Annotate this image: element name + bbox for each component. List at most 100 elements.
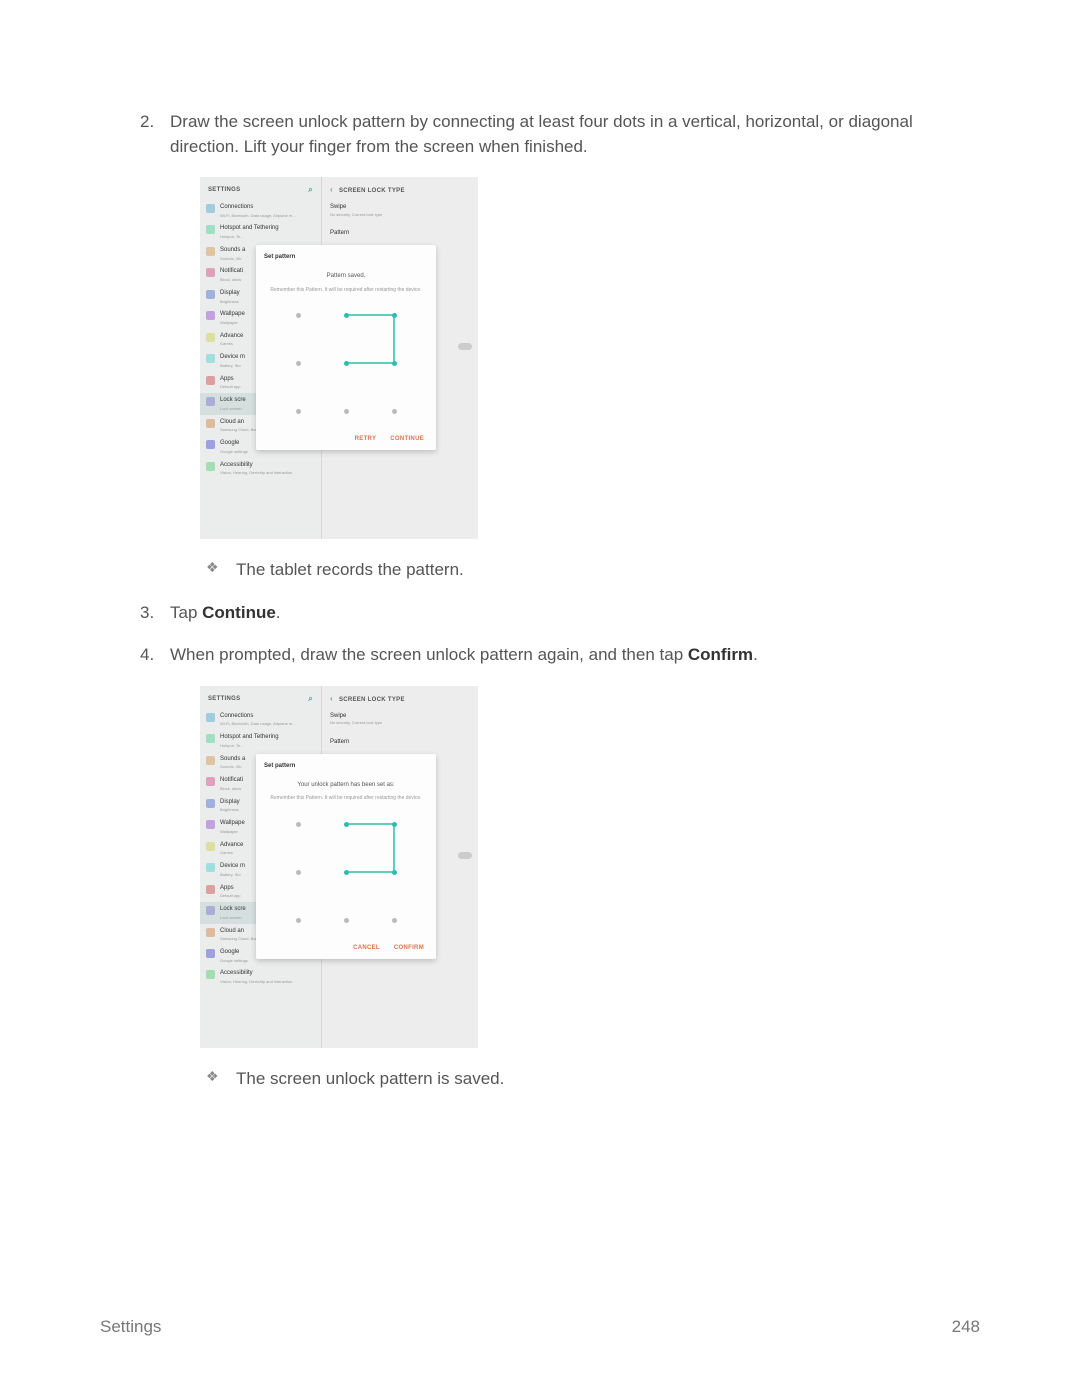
swipe-sub: No security, Current lock type bbox=[330, 212, 470, 218]
pattern-title: Pattern bbox=[330, 229, 470, 238]
step-4-suffix: . bbox=[753, 645, 758, 664]
sidebar-item-sub: Hotspot, Te... bbox=[220, 234, 315, 240]
sidebar-icon bbox=[206, 970, 215, 979]
modal2-status: Your unlock pattern has been set as: bbox=[264, 781, 428, 790]
settings-label: SETTINGS bbox=[208, 186, 240, 195]
sidebar-icon bbox=[206, 777, 215, 786]
settings-label-2: SETTINGS bbox=[208, 695, 240, 704]
sidebar-icon bbox=[206, 906, 215, 915]
sidebar-icon bbox=[206, 756, 215, 765]
sidebar-item: Hotspot and TetheringHotspot, Te... bbox=[200, 730, 321, 751]
step-3-prefix: Tap bbox=[170, 603, 202, 622]
pattern-grid-1 bbox=[286, 303, 406, 423]
page-footer: Settings 248 bbox=[100, 1317, 980, 1337]
search-icon-2: ⌕ bbox=[308, 693, 313, 705]
step-list: Draw the screen unlock pattern by connec… bbox=[140, 110, 980, 1092]
sidebar-icon bbox=[206, 440, 215, 449]
sidebar-item-title: Connections bbox=[220, 203, 315, 212]
sidebar-icon bbox=[206, 397, 215, 406]
modal1-hint: Remember this Pattern. It will be requir… bbox=[264, 287, 428, 294]
lock-type-label-2: SCREEN LOCK TYPE bbox=[339, 697, 405, 703]
step-4: When prompted, draw the screen unlock pa… bbox=[140, 643, 980, 1091]
step-3-bold: Continue bbox=[202, 603, 276, 622]
ss2-right-header: ‹ SCREEN LOCK TYPE bbox=[322, 686, 478, 709]
sidebar-icon bbox=[206, 204, 215, 213]
step-3: Tap Continue. bbox=[140, 601, 980, 626]
sidebar-icon bbox=[206, 268, 215, 277]
sidebar-icon bbox=[206, 863, 215, 872]
back-icon: ‹ bbox=[330, 185, 333, 194]
sidebar-item-title: Hotspot and Tethering bbox=[220, 733, 315, 742]
sidebar-item: ConnectionsWi-Fi, Bluetooth, Data usage,… bbox=[200, 709, 321, 730]
sidebar-item-title: Connections bbox=[220, 712, 315, 721]
sidebar-icon bbox=[206, 820, 215, 829]
toggle-icon-2 bbox=[458, 852, 472, 859]
step-4-result: The screen unlock pattern is saved. bbox=[180, 1066, 980, 1092]
doc-content: Draw the screen unlock pattern by connec… bbox=[140, 110, 980, 1092]
sidebar-icon bbox=[206, 354, 215, 363]
sidebar-item-sub: Wi-Fi, Bluetooth, Data usage, Airplane m… bbox=[220, 721, 315, 727]
sidebar-icon bbox=[206, 462, 215, 471]
sidebar-icon bbox=[206, 949, 215, 958]
sidebar-icon bbox=[206, 225, 215, 234]
sidebar-icon bbox=[206, 247, 215, 256]
swipe-title: Swipe bbox=[330, 203, 470, 212]
footer-right: 248 bbox=[952, 1317, 980, 1337]
sidebar-item-sub: Vision, Hearing, Dexterity and interacti… bbox=[220, 470, 315, 476]
modal1-title: Set pattern bbox=[264, 253, 428, 262]
swipe-item-2: Swipe No security, Current lock type bbox=[322, 709, 478, 729]
sidebar-icon bbox=[206, 842, 215, 851]
modal1-status: Pattern saved. bbox=[264, 272, 428, 281]
sidebar-item-title: Accessibility bbox=[220, 969, 315, 978]
footer-left: Settings bbox=[100, 1317, 161, 1337]
step-4-bold: Confirm bbox=[688, 645, 753, 664]
step-3-suffix: . bbox=[276, 603, 281, 622]
ss1-sidebar-header: SETTINGS ⌕ bbox=[200, 177, 321, 200]
cancel-button[interactable]: CANCEL bbox=[353, 944, 380, 953]
ss1-right-header: ‹ SCREEN LOCK TYPE bbox=[322, 177, 478, 200]
sidebar-icon bbox=[206, 311, 215, 320]
back-icon-2: ‹ bbox=[330, 694, 333, 703]
lock-type-label: SCREEN LOCK TYPE bbox=[339, 188, 405, 194]
sidebar-icon bbox=[206, 419, 215, 428]
step-2-text: Draw the screen unlock pattern by connec… bbox=[170, 112, 913, 156]
sidebar-icon bbox=[206, 885, 215, 894]
pattern-grid-2 bbox=[286, 812, 406, 932]
confirm-button[interactable]: CONFIRM bbox=[394, 944, 424, 953]
sidebar-icon bbox=[206, 734, 215, 743]
ss2-sidebar-header: SETTINGS ⌕ bbox=[200, 686, 321, 709]
pattern-item: Pattern bbox=[322, 226, 478, 241]
sidebar-icon bbox=[206, 376, 215, 385]
pattern-item-2: Pattern bbox=[322, 735, 478, 750]
sidebar-icon bbox=[206, 290, 215, 299]
sidebar-item: Hotspot and TetheringHotspot, Te... bbox=[200, 221, 321, 242]
sidebar-item-sub: Wi-Fi, Bluetooth, Data usage, Airplane m… bbox=[220, 213, 315, 219]
sidebar-icon bbox=[206, 333, 215, 342]
sidebar-item: AccessibilityVision, Hearing, Dexterity … bbox=[200, 458, 321, 479]
sidebar-item-title: Accessibility bbox=[220, 461, 315, 470]
retry-button[interactable]: RETRY bbox=[355, 435, 377, 444]
modal1-buttons: RETRY CONTINUE bbox=[264, 429, 428, 446]
swipe-item: Swipe No security, Current lock type bbox=[322, 200, 478, 220]
step-4-prefix: When prompted, draw the screen unlock pa… bbox=[170, 645, 688, 664]
sidebar-icon bbox=[206, 799, 215, 808]
modal2-buttons: CANCEL CONFIRM bbox=[264, 938, 428, 955]
toggle-icon bbox=[458, 343, 472, 350]
step-2-result: The tablet records the pattern. bbox=[180, 557, 980, 583]
ss2-modal: Set pattern Your unlock pattern has been… bbox=[256, 754, 436, 959]
sidebar-item-sub: Hotspot, Te... bbox=[220, 743, 315, 749]
sidebar-icon bbox=[206, 713, 215, 722]
modal2-title: Set pattern bbox=[264, 762, 428, 771]
ss1-modal: Set pattern Pattern saved. Remember this… bbox=[256, 245, 436, 450]
modal2-hint: Remember this Pattern. It will be requir… bbox=[264, 795, 428, 802]
screenshot-1: SETTINGS ⌕ ConnectionsWi-Fi, Bluetooth, … bbox=[200, 177, 478, 539]
continue-button[interactable]: CONTINUE bbox=[390, 435, 424, 444]
sidebar-item: ConnectionsWi-Fi, Bluetooth, Data usage,… bbox=[200, 200, 321, 221]
search-icon: ⌕ bbox=[308, 184, 313, 196]
screenshot-2: SETTINGS ⌕ ConnectionsWi-Fi, Bluetooth, … bbox=[200, 686, 478, 1048]
sidebar-item-title: Hotspot and Tethering bbox=[220, 224, 315, 233]
sidebar-item-sub: Vision, Hearing, Dexterity and interacti… bbox=[220, 979, 315, 985]
step-2: Draw the screen unlock pattern by connec… bbox=[140, 110, 980, 583]
sidebar-item: AccessibilityVision, Hearing, Dexterity … bbox=[200, 966, 321, 987]
sidebar-icon bbox=[206, 928, 215, 937]
